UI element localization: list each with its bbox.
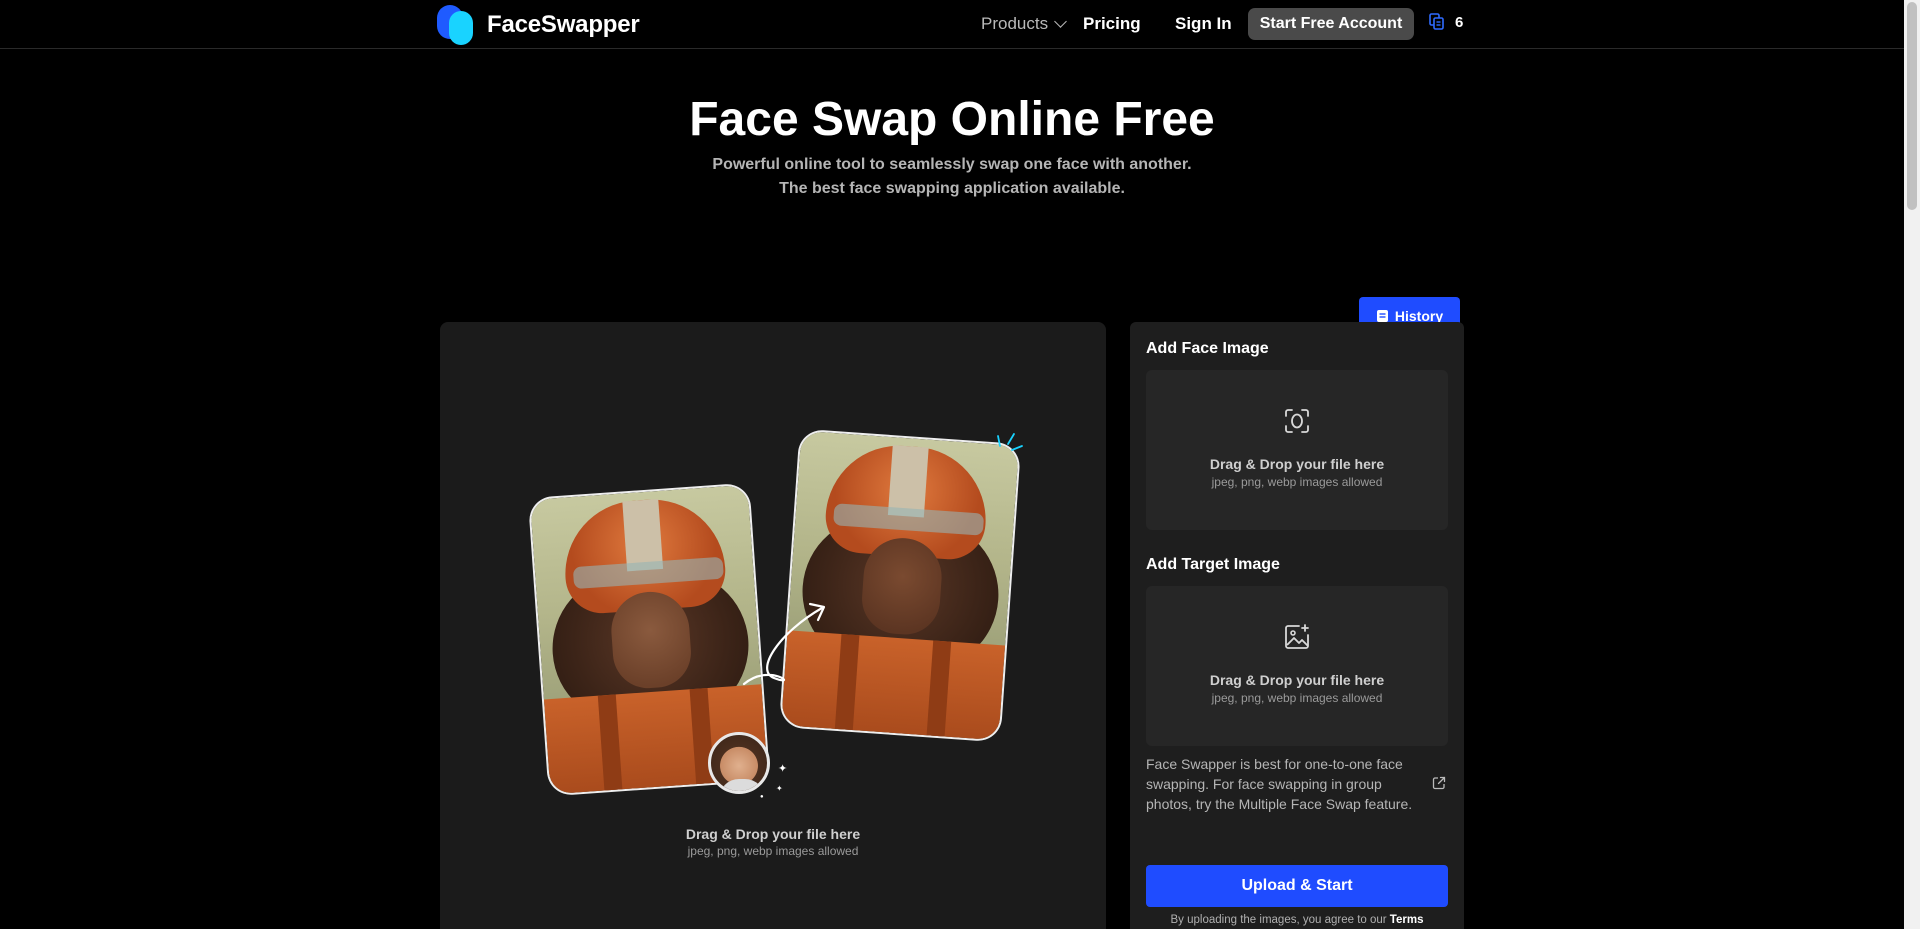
target-image-dropzone[interactable]: Drag & Drop your file here jpeg, png, we…: [1146, 586, 1448, 746]
terms-text: By uploading the images, you agree to ou…: [1170, 914, 1390, 926]
face-dropzone-hint: jpeg, png, webp images allowed: [1211, 475, 1383, 489]
sparkle-burst-icon: [997, 433, 1023, 451]
sparkle-icon: ✦: [778, 763, 788, 775]
example-result-photo: [780, 430, 1020, 741]
target-section-title: Add Target Image: [1146, 556, 1280, 573]
logo[interactable]: FaceSwapper: [437, 5, 640, 45]
chevron-down-icon: [1054, 15, 1067, 28]
nav-products-label: Products: [981, 14, 1049, 33]
logo-text: FaceSwapper: [487, 11, 640, 38]
face-scan-icon: [1285, 409, 1309, 433]
page-scrollbar[interactable]: [1904, 0, 1920, 929]
dropzone-hint: jpeg, png, webp images allowed: [687, 844, 859, 858]
target-dropzone-hint: jpeg, png, webp images allowed: [1211, 691, 1383, 705]
terms-notice: By uploading the images, you agree to ou…: [1130, 914, 1464, 926]
main-upload-dropzone[interactable]: ✦ ✦ ● Drag & Drop your file here jpeg, p…: [440, 322, 1106, 929]
sparkle-icon: ✦: [776, 784, 783, 793]
nav-pricing-link[interactable]: Pricing: [1083, 0, 1141, 48]
top-navbar: FaceSwapper Products Pricing Sign In Sta…: [0, 0, 1904, 49]
sparkle-icon: ●: [760, 794, 764, 800]
swap-arrow-icon: [742, 602, 826, 686]
sign-in-link[interactable]: Sign In: [1175, 0, 1232, 48]
nav-products-menu[interactable]: Products: [981, 0, 1067, 48]
page-subtitle: Powerful online tool to seamlessly swap …: [712, 156, 1192, 197]
group-photo-note: Face Swapper is best for one-to-one face…: [1146, 756, 1413, 812]
target-dropzone-title: Drag & Drop your file here: [1209, 672, 1385, 688]
credits-count: 6: [1455, 13, 1464, 31]
dropzone-title: Drag & Drop your file here: [685, 826, 861, 842]
face-image-dropzone[interactable]: Drag & Drop your file here jpeg, png, we…: [1146, 370, 1448, 530]
image-add-icon: [1285, 624, 1309, 649]
swap-controls-panel: Add Face Image Drag & Drop your file her…: [1130, 322, 1464, 929]
face-section-title: Add Face Image: [1146, 340, 1269, 357]
coins-icon: [1429, 13, 1444, 30]
logo-mark-icon: [437, 5, 477, 45]
terms-link[interactable]: Terms: [1390, 914, 1424, 926]
page-title: Face Swap Online Free: [689, 93, 1215, 146]
credits-indicator[interactable]: 6: [1429, 13, 1463, 31]
start-free-account-button[interactable]: Start Free Account: [1248, 8, 1414, 40]
source-face-avatar: [708, 732, 770, 794]
upload-start-button[interactable]: Upload & Start: [1146, 865, 1448, 907]
face-dropzone-title: Drag & Drop your file here: [1209, 456, 1385, 472]
external-link-icon[interactable]: [1432, 776, 1446, 790]
scrollbar-thumb[interactable]: [1907, 2, 1917, 210]
history-icon: [1376, 310, 1388, 322]
